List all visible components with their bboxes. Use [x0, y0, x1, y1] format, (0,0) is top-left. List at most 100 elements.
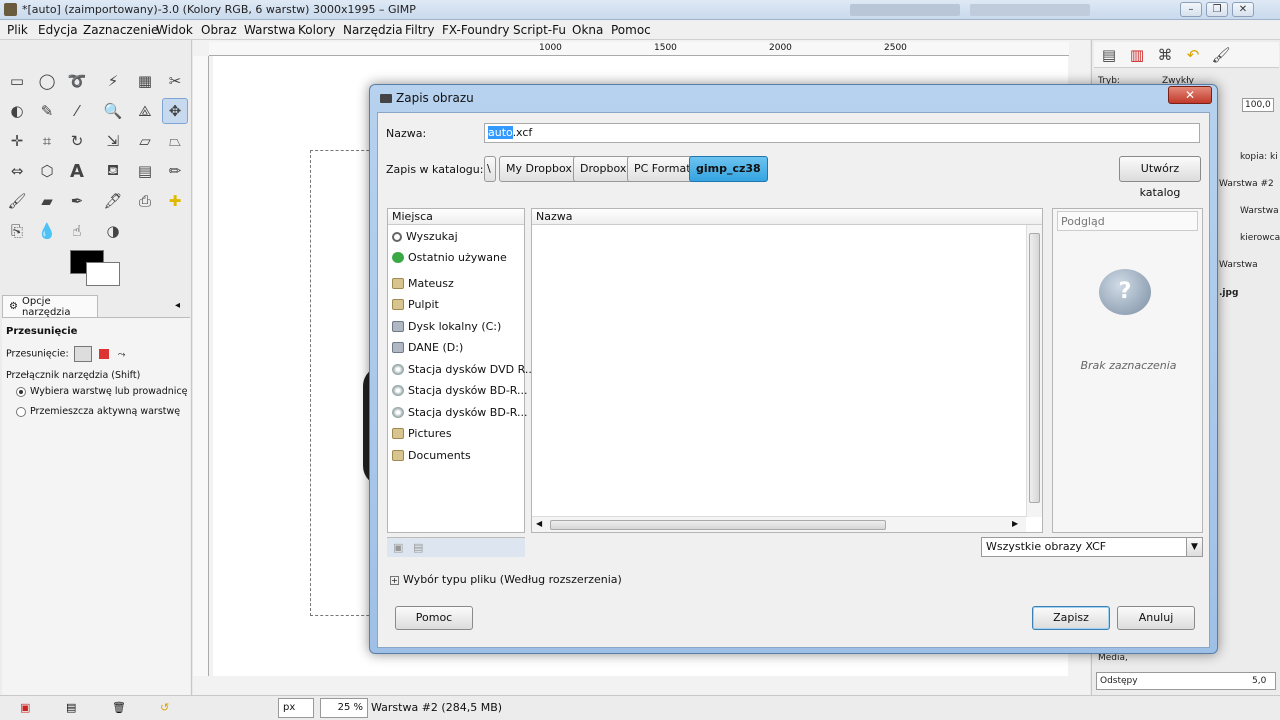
- taskbar-item[interactable]: [970, 4, 1090, 16]
- expand-icon[interactable]: +: [390, 576, 399, 585]
- place-bd-2[interactable]: Stacja dysków BD-R...: [392, 406, 528, 419]
- radio-pick-layer[interactable]: Wybiera warstwę lub prowadnicę: [16, 386, 188, 397]
- help-button[interactable]: Pomoc: [395, 606, 473, 630]
- fuzzy-select-icon[interactable]: ⚡: [100, 68, 126, 94]
- clone-icon[interactable]: ⎙: [132, 188, 158, 214]
- undo-tab-icon[interactable]: ↶: [1180, 42, 1206, 68]
- blur-icon[interactable]: 💧: [34, 218, 60, 244]
- minimize-button[interactable]: –: [1180, 2, 1202, 17]
- menu-pomoc[interactable]: Pomoc: [611, 23, 651, 37]
- brushes-tab-icon[interactable]: 🖌: [1208, 42, 1234, 68]
- align-icon[interactable]: ✛: [4, 128, 30, 154]
- layer-item[interactable]: kopia: ki: [1240, 152, 1278, 162]
- ink-icon[interactable]: 🖋: [100, 188, 126, 214]
- paintbrush-icon[interactable]: 🖌: [4, 188, 30, 214]
- layer-item[interactable]: Warstwa: [1240, 206, 1279, 216]
- file-type-expander[interactable]: + Wybór typu pliku (Według rozszerzenia): [390, 573, 622, 586]
- chevron-down-icon[interactable]: ▼: [1186, 538, 1202, 556]
- perspective-icon[interactable]: ⏢: [162, 128, 188, 154]
- shear-icon[interactable]: ▱: [132, 128, 158, 154]
- move-tool-icon[interactable]: ✥: [162, 98, 188, 124]
- crumb-my-dropbox[interactable]: My Dropbox: [499, 156, 579, 182]
- text-tool-icon[interactable]: A: [64, 158, 90, 184]
- create-folder-button[interactable]: Utwórz katalog: [1119, 156, 1201, 199]
- maximize-button[interactable]: ❐: [1206, 2, 1228, 17]
- close-window-button[interactable]: ✕: [1232, 2, 1254, 17]
- menu-edycja[interactable]: Edycja: [38, 23, 78, 37]
- color-select-icon[interactable]: ▦: [132, 68, 158, 94]
- file-list-vscrollbar[interactable]: [1026, 225, 1042, 517]
- save-button[interactable]: Zapisz: [1032, 606, 1110, 630]
- file-type-filter[interactable]: Wszystkie obrazy XCF ▼: [981, 537, 1203, 557]
- crumb-dropbox[interactable]: Dropbox: [573, 156, 634, 182]
- measure-icon[interactable]: ⟁: [132, 98, 158, 124]
- place-drive-c[interactable]: Dysk lokalny (C:): [392, 320, 501, 333]
- scroll-left-icon[interactable]: ◀: [536, 519, 542, 528]
- dialog-close-button[interactable]: ✕: [1168, 86, 1212, 104]
- menu-warstwa[interactable]: Warstwa: [244, 23, 296, 37]
- layer-item[interactable]: kierowca: [1240, 233, 1280, 243]
- rotate-icon[interactable]: ↻: [64, 128, 90, 154]
- rect-select-icon[interactable]: ▭: [4, 68, 30, 94]
- move-selection-toggle-icon[interactable]: [98, 349, 109, 359]
- smudge-icon[interactable]: ☝: [64, 218, 90, 244]
- zoom-icon[interactable]: 🔍: [100, 98, 126, 124]
- layer-item[interactable]: .jpg: [1219, 288, 1238, 298]
- crumb-pc-format[interactable]: PC Format: [627, 156, 698, 182]
- move-path-toggle-icon[interactable]: ⤳: [118, 349, 126, 360]
- menu-okna[interactable]: Okna: [572, 23, 603, 37]
- cancel-button[interactable]: Anuluj: [1117, 606, 1195, 630]
- ellipse-select-icon[interactable]: ◯: [34, 68, 60, 94]
- eraser-icon[interactable]: ▰: [34, 188, 60, 214]
- place-dvd[interactable]: Stacja dysków DVD R...: [392, 363, 535, 376]
- flip-icon[interactable]: ⇔: [4, 158, 30, 184]
- place-bd-1[interactable]: Stacja dysków BD-R...: [392, 384, 528, 397]
- export-icon[interactable]: ▤: [66, 701, 76, 714]
- foreground-select-icon[interactable]: ◐: [4, 98, 30, 124]
- move-layer-toggle-icon[interactable]: [73, 346, 92, 362]
- menu-widok[interactable]: Widok: [156, 23, 193, 37]
- cage-icon[interactable]: ⬡: [34, 158, 60, 184]
- paths-icon[interactable]: ✎: [34, 98, 60, 124]
- scale-icon[interactable]: ⇲: [100, 128, 126, 154]
- layer-item[interactable]: Warstwa #2: [1219, 179, 1274, 189]
- menu-plik[interactable]: Plik: [7, 23, 28, 37]
- menu-fx-foundry[interactable]: FX-Foundry: [442, 23, 510, 37]
- hscroll-thumb[interactable]: [550, 520, 886, 530]
- place-pictures[interactable]: Pictures: [392, 427, 452, 440]
- menu-narzedzia[interactable]: Narzędzia: [343, 23, 403, 37]
- taskbar-item[interactable]: [850, 4, 960, 16]
- paths-tab-icon[interactable]: ⌘: [1152, 42, 1178, 68]
- lasso-icon[interactable]: ➰: [64, 68, 90, 94]
- perspective-clone-icon[interactable]: ⎘: [4, 218, 30, 244]
- place-mateusz[interactable]: Mateusz: [392, 277, 454, 290]
- menu-obraz[interactable]: Obraz: [201, 23, 237, 37]
- pencil-icon[interactable]: ✏: [162, 158, 188, 184]
- menu-kolory[interactable]: Kolory: [298, 23, 335, 37]
- scissors-icon[interactable]: ✂: [162, 68, 188, 94]
- zoom-select[interactable]: 25 %: [320, 698, 368, 718]
- radio-move-active[interactable]: Przemieszcza aktywną warstwę: [16, 406, 180, 417]
- places-header[interactable]: Miejsca: [388, 209, 524, 225]
- crumb-gimp-cz38[interactable]: gimp_cz38: [689, 156, 768, 182]
- crop-icon[interactable]: ⌗: [34, 128, 60, 154]
- file-list[interactable]: Nazwa ◀ ▶: [531, 208, 1043, 533]
- spacing-field[interactable]: Odstępy 5,0: [1096, 672, 1276, 690]
- menu-filtry[interactable]: Filtry: [405, 23, 434, 37]
- remove-bookmark-icon[interactable]: ▤: [413, 541, 423, 554]
- file-list-header[interactable]: Nazwa: [532, 209, 1042, 225]
- filename-input[interactable]: auto.xcf: [484, 123, 1200, 143]
- place-documents[interactable]: Documents: [392, 449, 471, 462]
- opacity-value[interactable]: 100,0: [1242, 98, 1274, 112]
- channels-tab-icon[interactable]: ▥: [1124, 42, 1150, 68]
- radio-move-active-icon[interactable]: [16, 406, 26, 417]
- place-search[interactable]: Wyszukaj: [392, 230, 458, 243]
- vscroll-thumb[interactable]: [1029, 233, 1040, 503]
- add-bookmark-icon[interactable]: ▣: [393, 541, 403, 554]
- file-list-hscrollbar[interactable]: ◀ ▶: [532, 516, 1026, 532]
- scroll-right-icon[interactable]: ▶: [1012, 519, 1018, 528]
- reset-icon[interactable]: ↺: [160, 701, 169, 714]
- gradient-icon[interactable]: ▤: [132, 158, 158, 184]
- trash-icon[interactable]: 🗑: [112, 701, 126, 714]
- airbrush-icon[interactable]: ✒: [64, 188, 90, 214]
